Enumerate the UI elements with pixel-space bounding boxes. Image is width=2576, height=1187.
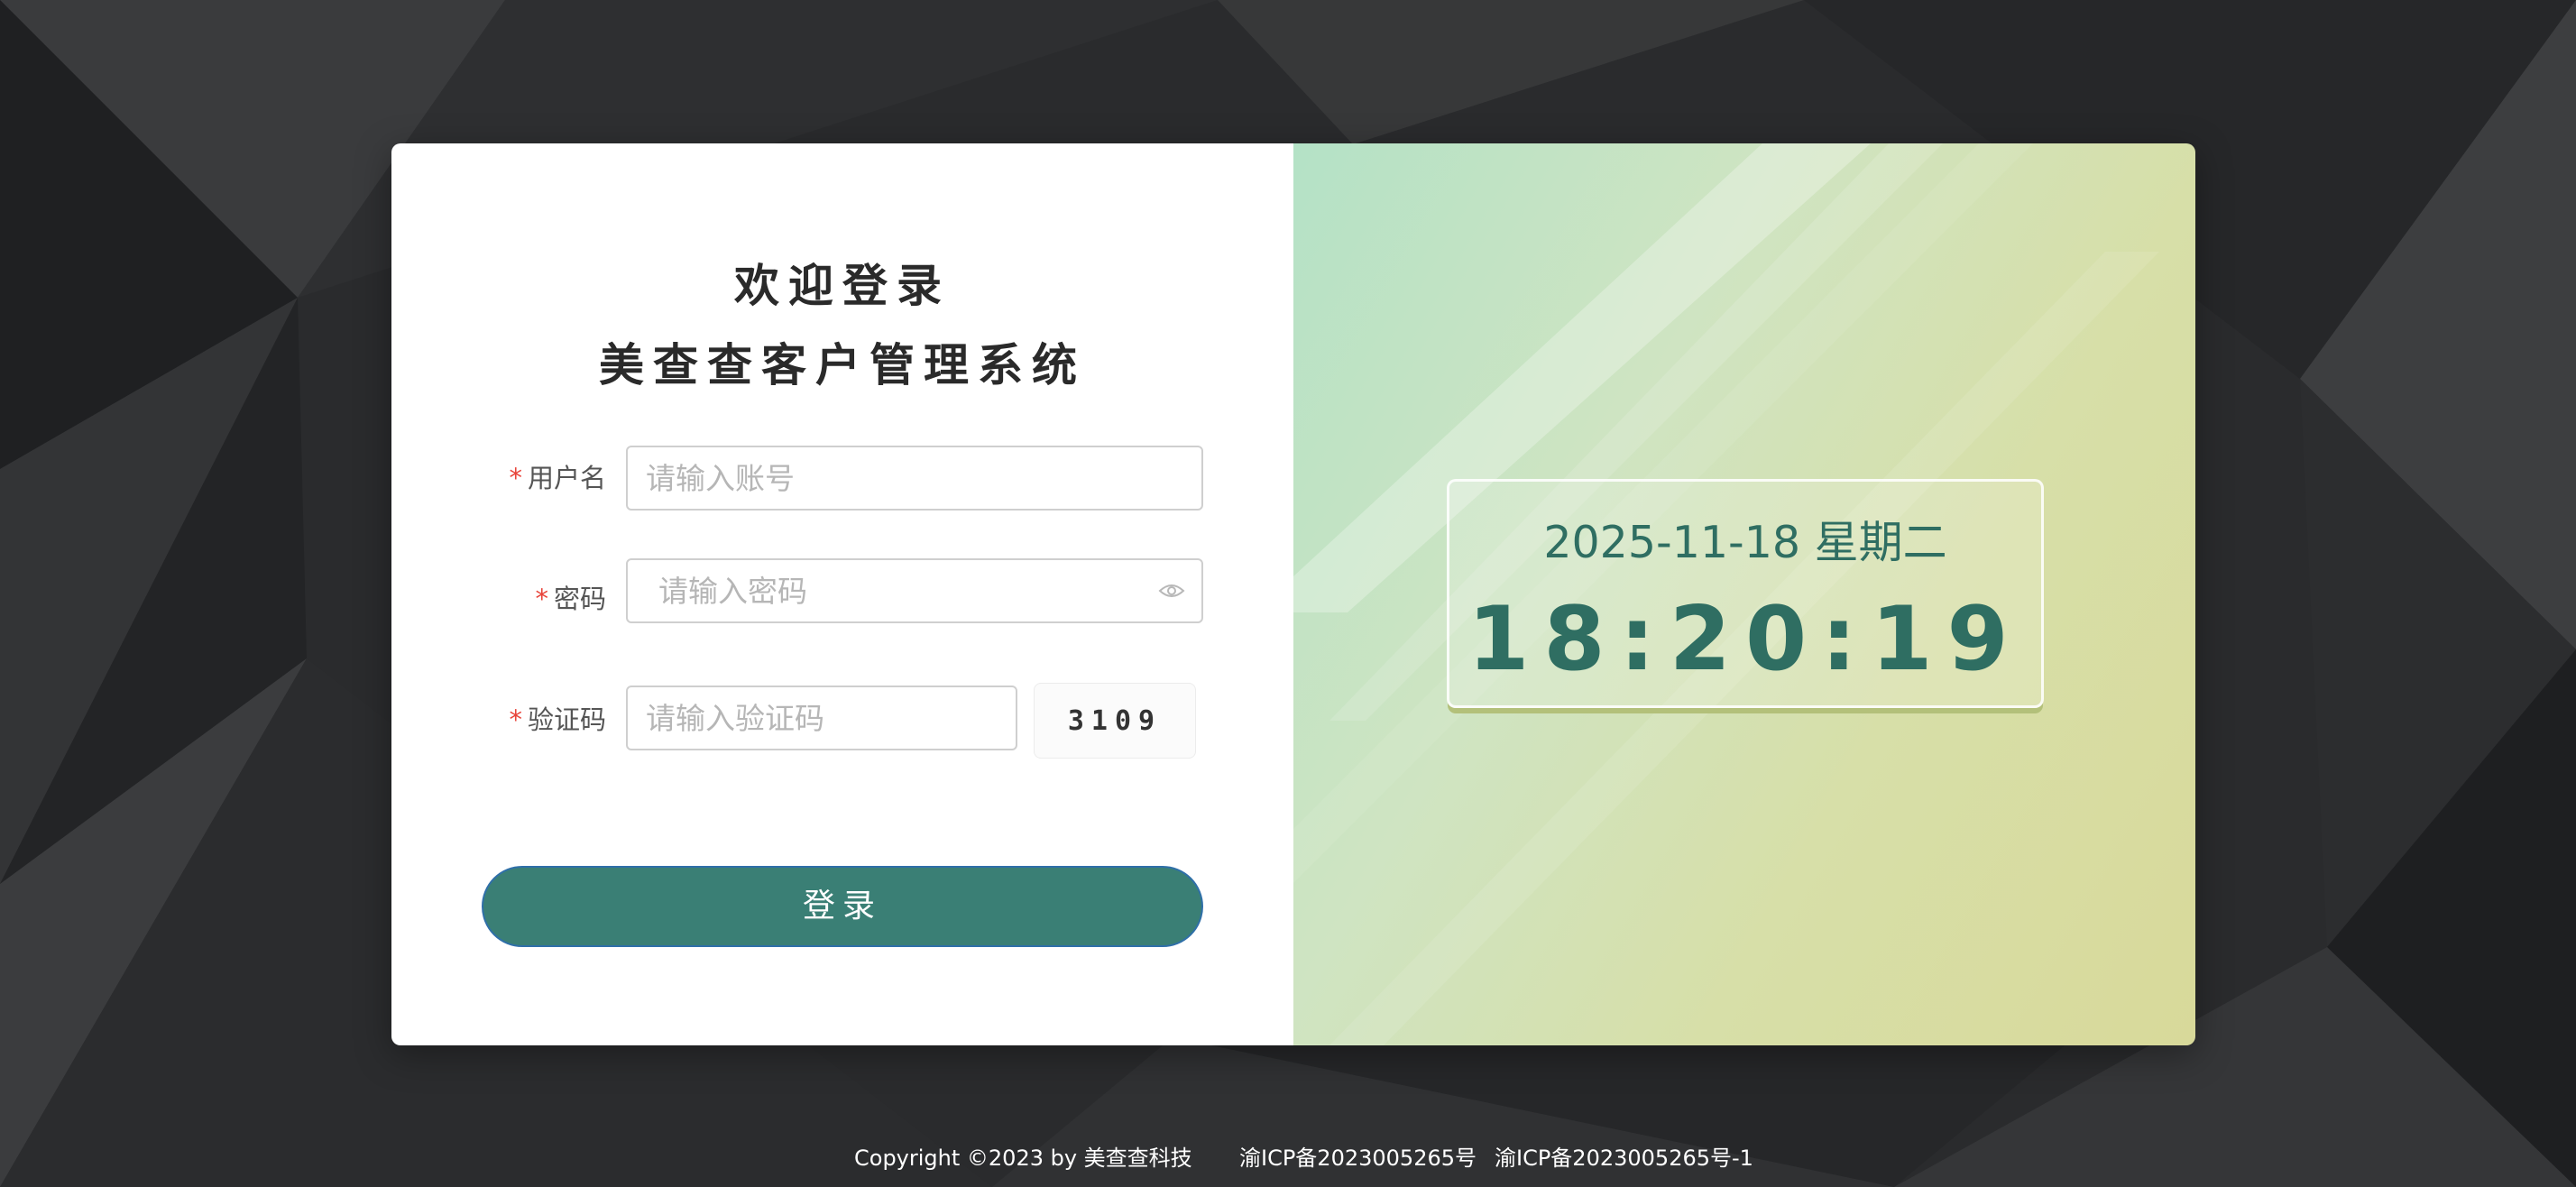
captcha-image[interactable]: 3109 — [1034, 683, 1196, 759]
captcha-label-text: 验证码 — [527, 704, 606, 735]
username-input[interactable] — [628, 447, 1201, 509]
password-label: * 密码 — [535, 578, 606, 616]
current-date: 2025-11-18 星期二 — [1543, 517, 1947, 568]
clock-card: 2025-11-18 星期二 18:20:19 — [1447, 479, 2044, 708]
password-input[interactable] — [628, 560, 1201, 621]
system-name-title: 美查查客户管理系统 — [599, 339, 1086, 391]
captcha-input[interactable] — [628, 687, 1016, 749]
required-mark: * — [535, 584, 548, 614]
captcha-field[interactable] — [626, 686, 1017, 750]
captcha-label: * 验证码 — [509, 699, 606, 737]
required-mark: * — [509, 463, 522, 493]
password-label-text: 密码 — [553, 584, 606, 614]
clock-panel: 2025-11-18 星期二 18:20:19 — [1293, 143, 2195, 1045]
footer-copyright: Copyright ©2023 by 美查查科技 — [854, 1146, 1192, 1171]
current-time: 18:20:19 — [1467, 588, 2023, 691]
login-form-panel: 欢迎登录 美查查客户管理系统 *用户名 *密码 *验证码 3109 — [391, 143, 1293, 1045]
eye-icon[interactable] — [1158, 582, 1185, 600]
username-label-text: 用户名 — [527, 463, 606, 493]
welcome-title: 欢迎登录 — [734, 260, 951, 312]
login-button[interactable]: 登录 — [482, 866, 1203, 947]
footer-icp-link-secondary[interactable]: 渝ICP备2023005265号-1 — [1495, 1140, 1753, 1172]
login-card: 欢迎登录 美查查客户管理系统 *用户名 *密码 *验证码 3109 — [391, 143, 2195, 1045]
password-field[interactable] — [626, 558, 1203, 623]
required-mark: * — [509, 704, 522, 735]
username-label: * 用户名 — [509, 457, 606, 495]
footer-icp-link[interactable]: 渝ICP备2023005265号 — [1239, 1140, 1477, 1172]
username-field[interactable] — [626, 446, 1203, 511]
